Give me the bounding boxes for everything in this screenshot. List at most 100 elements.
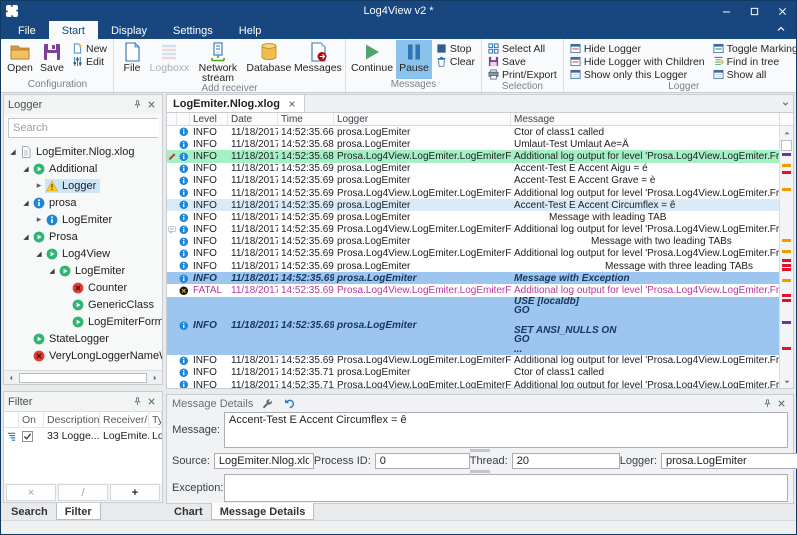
scroll-down-icon[interactable] — [780, 375, 793, 388]
tree-expander-icon[interactable] — [20, 232, 32, 241]
tab-list-dropdown-icon[interactable] — [777, 95, 793, 112]
database-receiver-button[interactable]: Database — [245, 40, 293, 83]
logger-tree-item[interactable]: LogEmiterForm — [4, 313, 162, 330]
logger-tree-item[interactable]: Counter — [4, 279, 162, 296]
tree-expander-icon[interactable] — [7, 147, 19, 156]
log-row[interactable]: INFO 11/18/2017 14:52:35.665 prosa.LogEm… — [167, 126, 779, 138]
splitter-handle[interactable] — [470, 449, 490, 452]
log-row[interactable]: INFO 11/18/2017 14:52:35.696 prosa.LogEm… — [167, 236, 779, 248]
pause-button[interactable]: Pause — [396, 40, 432, 79]
column-header-date[interactable]: Date — [228, 113, 278, 125]
logger-field[interactable] — [661, 453, 797, 469]
close-icon[interactable] — [774, 397, 788, 411]
log-row[interactable]: INFO 11/18/2017 14:52:35.696 Prosa.Log4V… — [167, 187, 779, 199]
tree-expander-icon[interactable] — [33, 180, 45, 191]
column-header-time[interactable]: Time — [278, 113, 334, 125]
print-export-button[interactable]: Print/Export — [485, 68, 560, 81]
tab-help[interactable]: Help — [226, 21, 275, 39]
logger-tree-item[interactable]: GenericClass — [4, 296, 162, 313]
column-header-message[interactable]: Message — [511, 113, 779, 125]
tab-search[interactable]: Search — [3, 503, 56, 520]
new-button[interactable]: New — [69, 42, 110, 55]
close-button[interactable] — [768, 1, 796, 21]
tree-expander-icon[interactable] — [33, 249, 45, 258]
column-header-logger[interactable]: Logger — [334, 113, 511, 125]
tab-filter[interactable]: Filter — [56, 503, 101, 520]
logger-tree-item[interactable]: LogEmiter — [4, 262, 162, 279]
log-row[interactable]: INFO 11/18/2017 14:52:35.696 prosa.LogEm… — [167, 175, 779, 187]
log-row[interactable]: INFO 11/18/2017 14:52:35.696 prosa.LogEm… — [167, 199, 779, 211]
log-row[interactable]: INFO 11/18/2017 14:52:35.696 prosa.LogEm… — [167, 297, 779, 355]
log-row[interactable]: INFO 11/18/2017 14:52:35.696 Prosa.Log4V… — [167, 224, 779, 236]
document-tab[interactable]: LogEmiter.Nlog.xlog — [167, 95, 305, 112]
log-row[interactable]: INFO 11/18/2017 14:52:35.696 prosa.LogEm… — [167, 272, 779, 284]
select-all-button[interactable]: Select All — [485, 42, 560, 55]
toggle-marking-button[interactable]: Toggle Marking — [710, 42, 797, 55]
find-in-tree-button[interactable]: Find in tree — [710, 55, 797, 68]
collapse-ribbon-button[interactable] — [776, 24, 790, 36]
stop-button[interactable]: Stop — [433, 42, 478, 55]
process-id-field[interactable] — [375, 453, 470, 469]
tree-expander-icon[interactable] — [33, 214, 45, 225]
log-row[interactable]: INFO 11/18/2017 14:52:35.680 Prosa.Log4V… — [167, 150, 779, 162]
show-only-logger-button[interactable]: Show only this Logger — [567, 68, 708, 81]
logger-tree-item[interactable]: Log4View — [4, 245, 162, 262]
file-receiver-button[interactable]: File — [116, 40, 148, 83]
tab-file[interactable]: File — [5, 21, 49, 39]
network-stream-button[interactable]: Network stream — [191, 40, 245, 83]
scrollbar-thumb[interactable] — [781, 140, 792, 151]
show-all-button[interactable]: Show all — [710, 68, 797, 81]
wrench-icon[interactable] — [259, 397, 275, 411]
edit-button[interactable]: Edit — [69, 55, 110, 68]
undo-icon[interactable] — [281, 397, 297, 411]
tab-settings[interactable]: Settings — [160, 21, 226, 39]
pin-icon[interactable] — [130, 395, 144, 409]
log-row[interactable]: INFO 11/18/2017 14:52:35.696 prosa.LogEm… — [167, 163, 779, 175]
tab-chart[interactable]: Chart — [166, 503, 211, 520]
close-icon[interactable] — [144, 395, 158, 409]
logger-tree-item[interactable]: Additional — [4, 160, 162, 177]
continue-button[interactable]: Continue — [348, 40, 396, 79]
add-filter-button[interactable]: + — [110, 484, 160, 501]
tree-expander-icon[interactable] — [46, 266, 58, 275]
clear-button[interactable]: Clear — [433, 55, 478, 68]
tree-expander-icon[interactable] — [20, 198, 32, 207]
logger-tree-item[interactable]: VeryLongLoggerNameWihoutSepara — [4, 347, 162, 364]
hide-logger-children-button[interactable]: Hide Logger with Children — [567, 55, 708, 68]
messages-receiver-button[interactable]: Messages — [293, 40, 343, 83]
logger-tree-item[interactable]: LogEmiter.Nlog.xlog — [4, 143, 162, 160]
log-row[interactable]: INFO 11/18/2017 14:52:35.696 prosa.LogEm… — [167, 211, 779, 223]
remove-filter-button[interactable]: × — [6, 484, 56, 501]
logger-tree-item[interactable]: StateLogger — [4, 330, 162, 347]
filter-enabled-checkbox[interactable] — [22, 431, 33, 442]
column-header-level[interactable]: Level — [190, 113, 228, 125]
pin-icon[interactable] — [760, 397, 774, 411]
tab-display[interactable]: Display — [98, 21, 160, 39]
minimize-button[interactable] — [712, 1, 740, 21]
message-field[interactable]: Accent-Test E Accent Circumflex = ê — [224, 412, 788, 448]
log-row[interactable]: INFO 11/18/2017 14:52:35.696 Prosa.Log4V… — [167, 248, 779, 260]
pin-icon[interactable] — [130, 98, 144, 112]
edit-filter-button[interactable]: / — [58, 484, 108, 501]
scrollbar-thumb[interactable] — [19, 373, 147, 383]
close-tab-icon[interactable] — [288, 99, 298, 109]
logger-tree-item[interactable]: prosa — [4, 194, 162, 211]
filter-row[interactable]: 33 Logge... LogEmite... Logger — [4, 428, 162, 444]
tab-start[interactable]: Start — [49, 21, 98, 39]
save-button[interactable]: Save — [36, 40, 68, 79]
save-selection-button[interactable]: Save — [485, 55, 560, 68]
log-row[interactable]: INFO 11/18/2017 14:52:35.680 prosa.LogEm… — [167, 138, 779, 150]
scroll-up-icon[interactable] — [780, 126, 793, 139]
log-row[interactable]: INFO 11/18/2017 14:52:35.711 prosa.LogEm… — [167, 367, 779, 379]
logger-tree-item[interactable]: LogEmiter — [4, 211, 162, 228]
open-button[interactable]: Open — [4, 40, 36, 79]
close-icon[interactable] — [144, 98, 158, 112]
scroll-left-icon[interactable] — [4, 371, 18, 384]
log-row[interactable]: INFO 11/18/2017 14:52:35.696 prosa.LogEm… — [167, 260, 779, 272]
splitter-handle[interactable] — [470, 470, 490, 473]
hide-logger-button[interactable]: Hide Logger — [567, 42, 708, 55]
tab-message-details[interactable]: Message Details — [211, 503, 315, 520]
logger-tree-item[interactable]: Prosa — [4, 228, 162, 245]
maximize-button[interactable] — [740, 1, 768, 21]
log-row[interactable]: INFO 11/18/2017 14:52:35.711 Prosa.Log4V… — [167, 379, 779, 388]
